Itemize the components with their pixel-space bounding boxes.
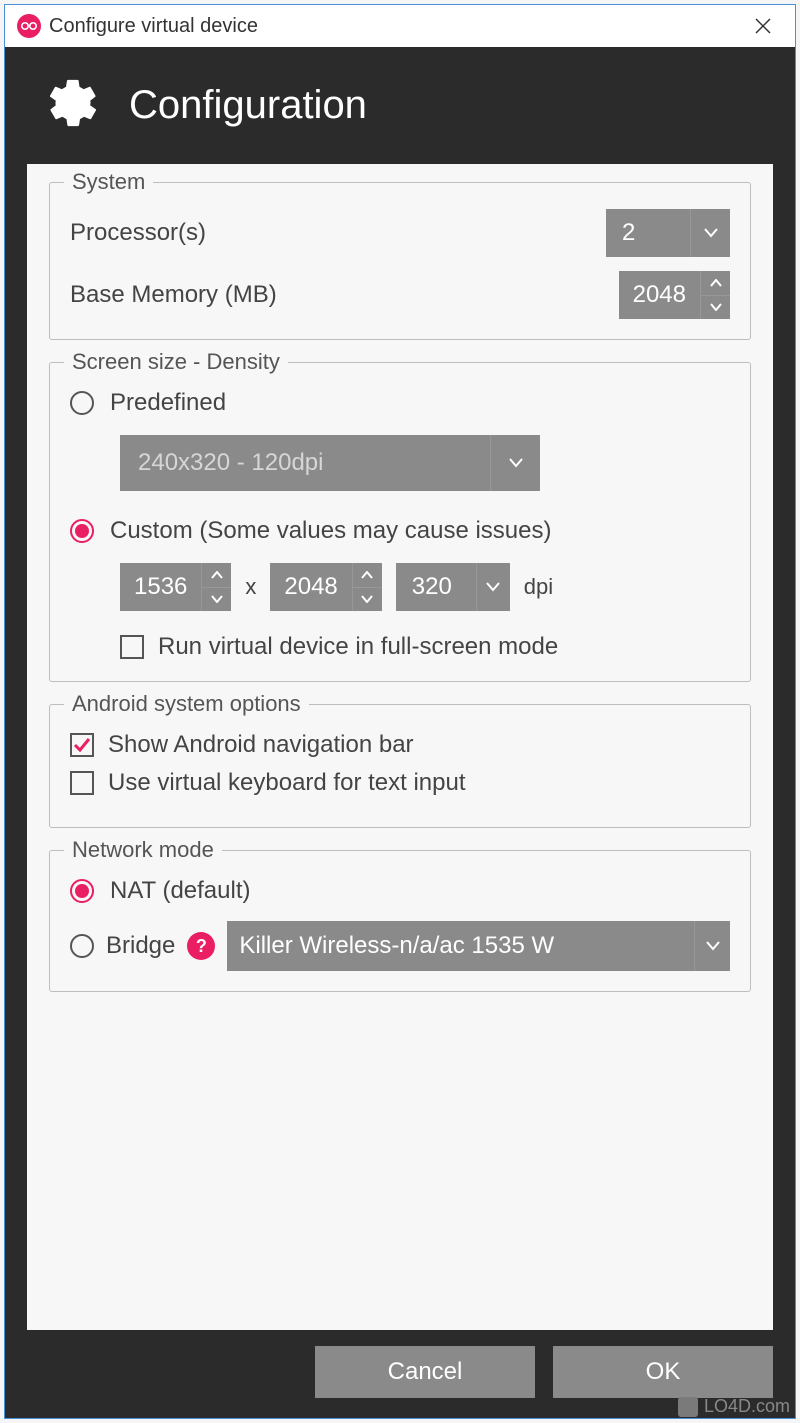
watermark: LO4D.com bbox=[678, 1396, 790, 1417]
dpi-value: 320 bbox=[396, 563, 476, 611]
custom-label: Custom (Some values may cause issues) bbox=[110, 517, 552, 545]
gear-icon bbox=[45, 75, 101, 136]
height-spinner[interactable]: 2048 bbox=[270, 563, 381, 611]
bridge-adapter-select[interactable]: Killer Wireless-n/a/ac 1535 W bbox=[227, 921, 730, 971]
caret-up-icon bbox=[710, 279, 722, 287]
height-up-button[interactable] bbox=[352, 563, 382, 588]
processors-select[interactable]: 2 bbox=[606, 209, 730, 257]
caret-up-icon bbox=[361, 571, 373, 579]
processors-value: 2 bbox=[606, 209, 690, 257]
ok-button[interactable]: OK bbox=[553, 1346, 773, 1398]
predefined-value: 240x320 - 120dpi bbox=[120, 435, 490, 491]
body: System Processor(s) 2 Base Memory (MB) 2… bbox=[5, 164, 795, 1330]
watermark-text: LO4D.com bbox=[704, 1396, 790, 1417]
chevron-down-icon bbox=[690, 209, 730, 257]
custom-radio[interactable] bbox=[70, 519, 94, 543]
header-title: Configuration bbox=[129, 83, 367, 128]
panel: System Processor(s) 2 Base Memory (MB) 2… bbox=[27, 164, 773, 1330]
dpi-select[interactable]: 320 bbox=[396, 563, 510, 611]
times-label: x bbox=[245, 574, 256, 600]
window-title: Configure virtual device bbox=[49, 15, 743, 38]
width-value: 1536 bbox=[120, 563, 201, 611]
system-legend: System bbox=[64, 169, 153, 195]
vkbd-checkbox[interactable] bbox=[70, 771, 94, 795]
chevron-down-icon bbox=[476, 563, 510, 611]
navbar-label: Show Android navigation bar bbox=[108, 731, 414, 759]
nat-label: NAT (default) bbox=[110, 877, 251, 905]
memory-label: Base Memory (MB) bbox=[70, 281, 277, 309]
config-window: Configure virtual device Configuration S… bbox=[4, 4, 796, 1419]
vkbd-label: Use virtual keyboard for text input bbox=[108, 769, 466, 797]
memory-spinner[interactable]: 2048 bbox=[619, 271, 730, 319]
close-button[interactable] bbox=[743, 5, 783, 47]
screen-legend: Screen size - Density bbox=[64, 349, 288, 375]
memory-value: 2048 bbox=[619, 271, 700, 319]
android-legend: Android system options bbox=[64, 691, 309, 717]
width-up-button[interactable] bbox=[201, 563, 231, 588]
width-down-button[interactable] bbox=[201, 588, 231, 612]
titlebar: Configure virtual device bbox=[5, 5, 795, 47]
width-spinner[interactable]: 1536 bbox=[120, 563, 231, 611]
help-icon[interactable]: ? bbox=[187, 932, 215, 960]
system-group: System Processor(s) 2 Base Memory (MB) 2… bbox=[49, 182, 751, 340]
memory-up-button[interactable] bbox=[700, 271, 730, 296]
watermark-icon bbox=[678, 1397, 698, 1417]
app-logo-icon bbox=[17, 14, 41, 38]
footer: Cancel OK bbox=[5, 1330, 795, 1418]
height-down-button[interactable] bbox=[352, 588, 382, 612]
height-value: 2048 bbox=[270, 563, 351, 611]
chevron-down-icon bbox=[694, 921, 730, 971]
bridge-label: Bridge bbox=[106, 932, 175, 960]
predefined-label: Predefined bbox=[110, 389, 226, 417]
close-icon bbox=[755, 18, 771, 34]
check-icon bbox=[73, 736, 91, 754]
navbar-checkbox[interactable] bbox=[70, 733, 94, 757]
processors-label: Processor(s) bbox=[70, 219, 206, 247]
bridge-adapter-value: Killer Wireless-n/a/ac 1535 W bbox=[227, 921, 694, 971]
fullscreen-checkbox[interactable] bbox=[120, 635, 144, 659]
caret-down-icon bbox=[211, 595, 223, 603]
bridge-radio[interactable] bbox=[70, 934, 94, 958]
chevron-down-icon bbox=[490, 435, 540, 491]
caret-down-icon bbox=[361, 595, 373, 603]
predefined-radio[interactable] bbox=[70, 391, 94, 415]
network-group: Network mode NAT (default) Bridge ? Kill… bbox=[49, 850, 751, 992]
android-group: Android system options Show Android navi… bbox=[49, 704, 751, 828]
nat-radio[interactable] bbox=[70, 879, 94, 903]
dpi-unit-label: dpi bbox=[524, 574, 553, 600]
predefined-select[interactable]: 240x320 - 120dpi bbox=[120, 435, 540, 491]
screen-group: Screen size - Density Predefined 240x320… bbox=[49, 362, 751, 682]
cancel-button[interactable]: Cancel bbox=[315, 1346, 535, 1398]
caret-down-icon bbox=[710, 303, 722, 311]
caret-up-icon bbox=[211, 571, 223, 579]
fullscreen-label: Run virtual device in full-screen mode bbox=[158, 633, 558, 661]
header: Configuration bbox=[5, 47, 795, 164]
memory-down-button[interactable] bbox=[700, 296, 730, 320]
network-legend: Network mode bbox=[64, 837, 222, 863]
